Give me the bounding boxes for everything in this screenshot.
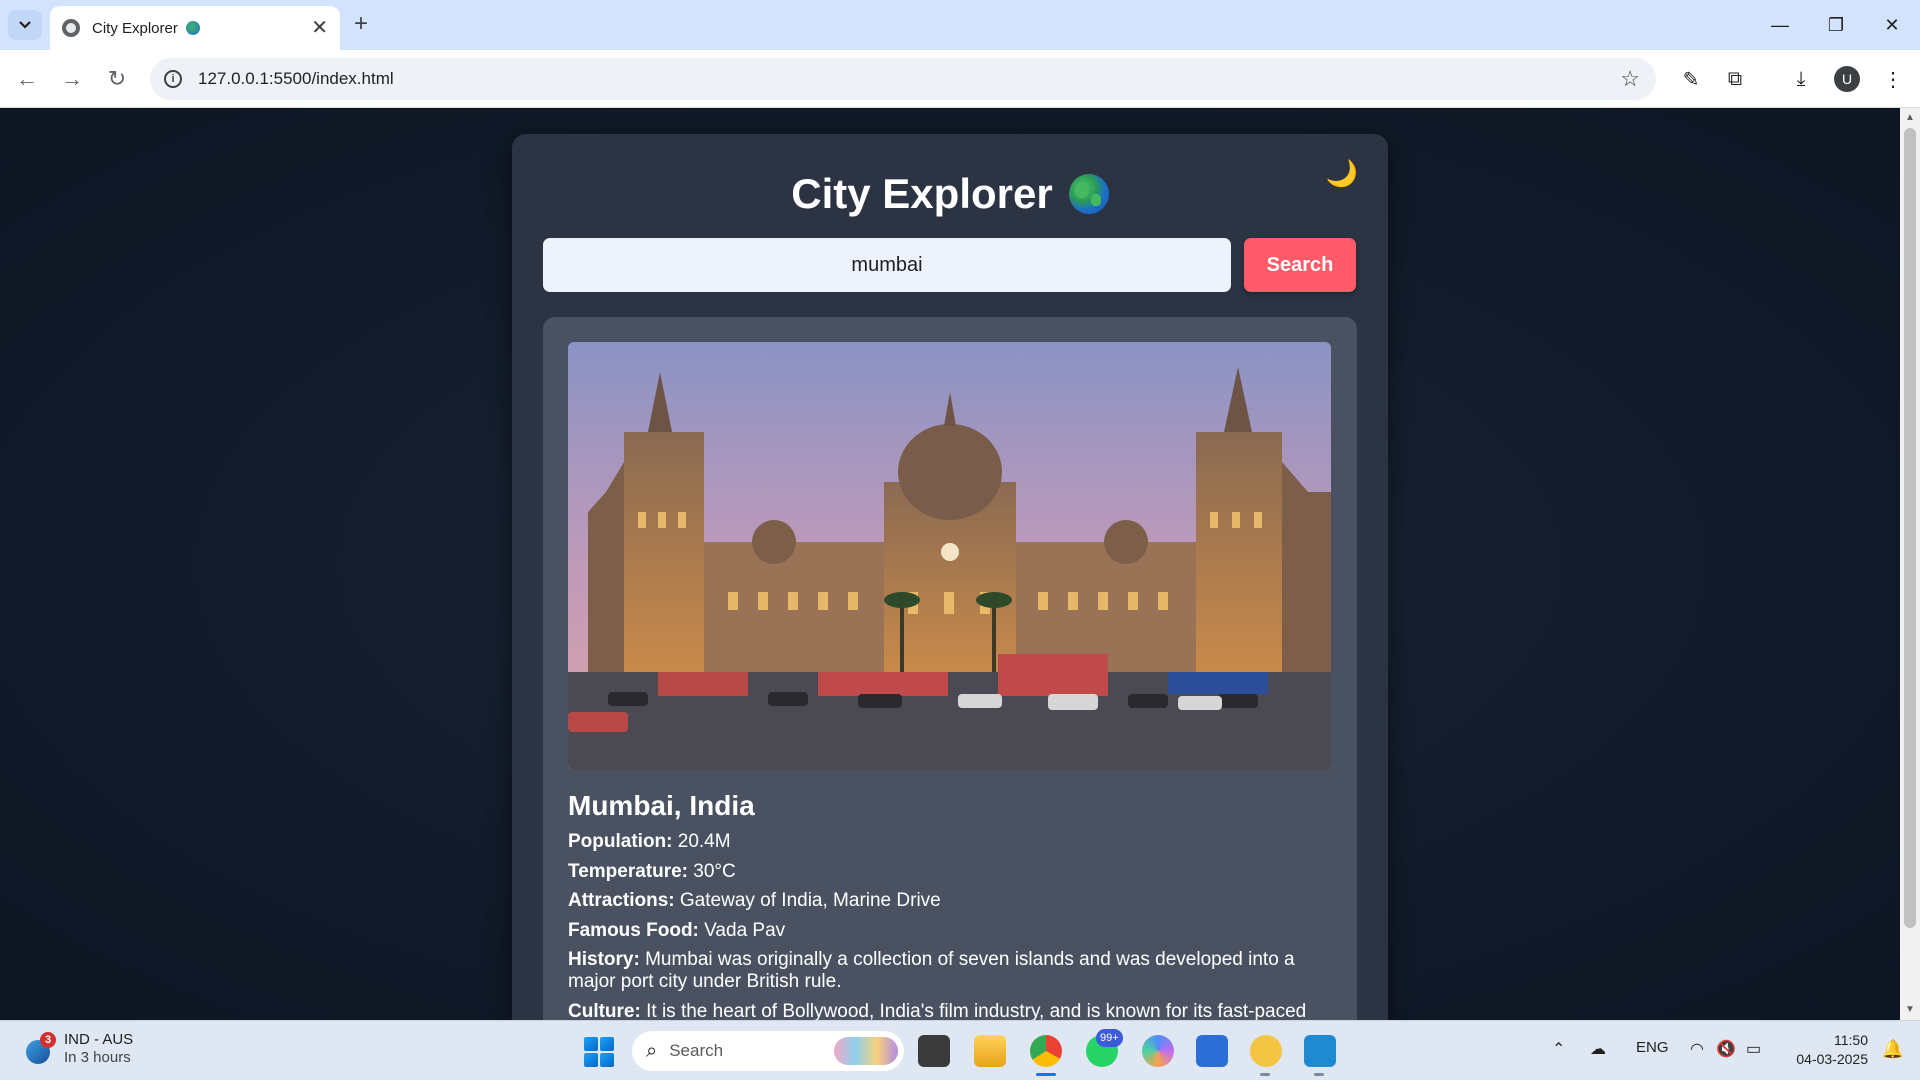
app-icon-yellow[interactable] <box>1250 1035 1282 1067</box>
reload-button[interactable]: ↻ <box>102 64 132 94</box>
windows-taskbar: 3 IND - AUS In 3 hours ⌕ Search 99+ ⌃ ☁ … <box>0 1020 1920 1080</box>
search-highlight-art <box>834 1037 898 1065</box>
battery-icon[interactable]: ▭ <box>1746 1039 1761 1059</box>
language-indicator[interactable]: ENG <box>1636 1039 1669 1056</box>
app-title-text: City Explorer <box>791 170 1053 217</box>
fact-label: Temperature: <box>568 860 689 882</box>
page-scrollbar[interactable]: ▲ ▼ <box>1900 108 1920 1020</box>
moon-icon[interactable]: 🌙 <box>1326 158 1358 189</box>
tab-strip: City Explorer ✕ + — ❐ ✕ <box>0 0 1920 50</box>
wifi-icon[interactable]: ◠ <box>1690 1039 1704 1059</box>
globe-icon <box>1068 174 1109 214</box>
favicon-icon <box>62 19 80 37</box>
page-viewport: City Explorer 🌙 Search <box>0 108 1900 1020</box>
widget-subtitle: In 3 hours <box>64 1049 131 1066</box>
notification-bell-icon[interactable]: 🔔 <box>1882 1039 1904 1060</box>
scroll-up-arrow-icon[interactable]: ▲ <box>1905 112 1915 123</box>
site-info-icon[interactable]: i <box>164 70 182 88</box>
fact-temperature: Temperature: 30°C <box>568 861 1331 883</box>
page-title: City Explorer <box>512 170 1388 218</box>
news-widget[interactable]: 3 IND - AUS In 3 hours <box>24 1031 133 1067</box>
browser-toolbar: ← → ↻ i 127.0.0.1:5500/index.html ☆ ✎ ⧉ … <box>0 50 1920 108</box>
tab-search-button[interactable] <box>8 10 42 40</box>
city-name: Mumbai, India <box>568 790 755 821</box>
window-controls: — ❐ ✕ <box>1752 0 1920 50</box>
system-clock[interactable]: 11:50 04-03-2025 <box>1796 1031 1868 1069</box>
close-window-button[interactable]: ✕ <box>1864 0 1920 50</box>
whatsapp-badge: 99+ <box>1096 1029 1123 1047</box>
fact-famous-food: Famous Food: Vada Pav <box>568 920 1331 942</box>
search-icon: ⌕ <box>646 1039 658 1062</box>
search-button[interactable]: Search <box>1244 238 1356 292</box>
fact-population: Population: 20.4M <box>568 831 1331 853</box>
city-photo-image <box>568 342 1331 770</box>
fact-label: Attractions: <box>568 890 675 911</box>
muted-speaker-icon[interactable]: 🔇 <box>1716 1039 1736 1059</box>
minimize-button[interactable]: — <box>1752 0 1808 50</box>
scroll-down-arrow-icon[interactable]: ▼ <box>1905 1004 1915 1015</box>
widget-title: IND - AUS <box>64 1031 134 1048</box>
fact-attractions: Attractions: Gateway of India, Marine Dr… <box>568 890 1331 912</box>
clock-date: 04-03-2025 <box>1796 1051 1868 1067</box>
restore-button[interactable]: ❐ <box>1808 0 1864 50</box>
globe-emoji-icon <box>185 21 200 35</box>
city-result-card: Mumbai, India Population: 20.4M Temperat… <box>543 317 1357 1020</box>
notepad-icon[interactable] <box>1196 1035 1228 1067</box>
city-photo <box>568 342 1331 770</box>
chrome-icon[interactable] <box>1030 1035 1062 1067</box>
back-button[interactable]: ← <box>12 64 42 94</box>
address-bar[interactable]: i 127.0.0.1:5500/index.html ☆ <box>150 58 1656 100</box>
browser-tab[interactable]: City Explorer ✕ <box>50 6 340 50</box>
vscode-running-indicator <box>1314 1073 1324 1076</box>
fact-value: 20.4M <box>672 831 731 852</box>
start-button[interactable] <box>584 1037 614 1067</box>
fact-value: Vada Pav <box>698 919 786 941</box>
profile-avatar[interactable]: U <box>1834 66 1860 92</box>
url-text: 127.0.0.1:5500/index.html <box>198 69 394 88</box>
chevron-up-icon[interactable]: ⌃ <box>1552 1039 1565 1059</box>
taskbar-search[interactable]: ⌕ Search <box>632 1031 904 1071</box>
file-explorer-icon[interactable] <box>974 1035 1006 1067</box>
scrollbar-thumb[interactable] <box>1904 128 1916 928</box>
fact-value: Gateway of India, Marine Drive <box>674 890 941 911</box>
cricket-logo-icon: 3 <box>24 1032 56 1064</box>
download-icon[interactable]: ⤓ <box>1786 64 1816 94</box>
fact-value: 30°C <box>688 860 736 882</box>
fact-label: Culture: <box>568 1000 641 1021</box>
fact-label: Population: <box>568 831 673 852</box>
widget-badge: 3 <box>40 1032 56 1048</box>
close-tab-icon[interactable]: ✕ <box>311 18 328 38</box>
app-running-indicator <box>1260 1073 1270 1076</box>
chevron-down-icon <box>19 21 31 29</box>
fact-value: It is the heart of Bollywood, India's fi… <box>640 1000 1307 1021</box>
forward-button[interactable]: → <box>57 64 87 94</box>
pen-icon[interactable]: ✎ <box>1676 64 1706 94</box>
taskbar-search-label: Search <box>669 1041 724 1060</box>
new-tab-button[interactable]: + <box>354 12 368 36</box>
city-facts: Population: 20.4M Temperature: 30°C Attr… <box>568 831 1331 1020</box>
fact-history: History: Mumbai was originally a collect… <box>568 949 1331 993</box>
extensions-icon[interactable]: ⧉ <box>1720 64 1750 94</box>
fact-label: Famous Food: <box>568 919 699 941</box>
fact-label: History: <box>568 949 640 970</box>
fact-value: Mumbai was originally a collection of se… <box>568 949 1295 992</box>
task-view-icon[interactable] <box>918 1035 950 1067</box>
fact-culture: Culture: It is the heart of Bollywood, I… <box>568 1001 1331 1021</box>
tab-title: City Explorer <box>92 19 178 37</box>
app-container: City Explorer 🌙 Search <box>512 134 1388 1020</box>
vscode-icon[interactable] <box>1304 1035 1336 1067</box>
clock-time: 11:50 <box>1834 1032 1868 1048</box>
city-search-input[interactable] <box>543 238 1231 292</box>
chrome-running-indicator <box>1036 1073 1056 1076</box>
menu-icon[interactable]: ⋮ <box>1878 64 1908 94</box>
copilot-icon[interactable] <box>1142 1035 1174 1067</box>
bookmark-star-icon[interactable]: ☆ <box>1620 66 1640 92</box>
cloud-icon[interactable]: ☁ <box>1590 1039 1606 1059</box>
